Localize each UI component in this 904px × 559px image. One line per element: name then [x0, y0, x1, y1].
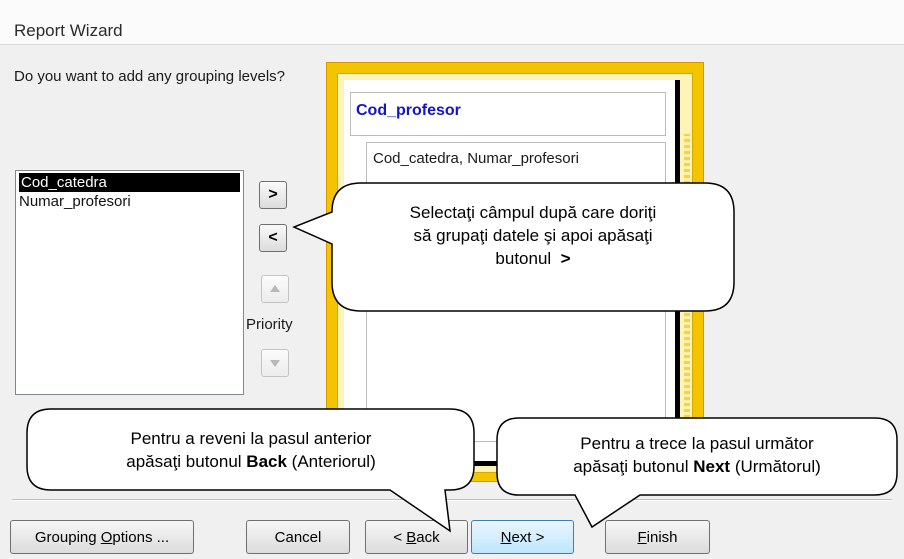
add-grouping-button[interactable]: > — [259, 181, 287, 209]
report-preview-page: Cod_profesor Cod_catedra, Numar_profesor… — [344, 80, 680, 466]
remove-grouping-button[interactable]: < — [259, 224, 287, 252]
arrow-down-icon — [270, 360, 280, 367]
back-button[interactable]: < Back — [365, 520, 468, 554]
cancel-button[interactable]: Cancel — [246, 520, 350, 554]
finish-label: Finish — [637, 528, 678, 546]
window-title: Report Wizard — [14, 21, 123, 40]
detail-box: Cod_catedra, Numar_profesori — [366, 142, 666, 442]
report-preview: Cod_profesor Cod_catedra, Numar_profesor… — [326, 62, 704, 482]
next-button[interactable]: Next > — [471, 520, 574, 554]
priority-up-button[interactable] — [261, 275, 289, 303]
arrow-up-icon — [270, 285, 280, 292]
report-wizard-window: Report Wizard Do you want to add any gro… — [0, 0, 904, 559]
select-field-callout-text: Selectaţi câmpul după care doriţi să gru… — [409, 203, 657, 268]
report-preview-frame: Cod_profesor Cod_catedra, Numar_profesor… — [337, 73, 693, 473]
detail-fields: Cod_catedra, Numar_profesori — [373, 150, 579, 167]
grouping-options-label: Grouping Options ... — [34, 528, 170, 546]
field-item-numar-profesori[interactable]: Numar_profesori — [16, 192, 243, 211]
remove-grouping-label: < — [268, 229, 278, 246]
available-fields-list[interactable]: Cod_catedra Numar_profesori — [15, 170, 244, 395]
finish-button[interactable]: Finish — [605, 520, 710, 554]
grouping-question: Do you want to add any grouping levels? — [14, 68, 286, 85]
next-label: Next > — [500, 528, 545, 546]
add-grouping-label: > — [268, 186, 278, 203]
field-item-cod-catedra[interactable]: Cod_catedra — [19, 173, 240, 192]
separator — [12, 499, 892, 501]
preview-hatch — [684, 134, 690, 454]
title-bar: Report Wizard — [0, 0, 904, 45]
back-label: < Back — [393, 528, 440, 546]
group-header-field: Cod_profesor — [356, 102, 461, 119]
back-callout-text: Pentru a reveni la pasul anterior apăsaţ… — [126, 429, 376, 471]
group-header-box: Cod_profesor — [350, 92, 666, 136]
grouping-options-button[interactable]: Grouping Options ... — [10, 520, 194, 554]
priority-down-button[interactable] — [261, 349, 289, 377]
priority-label: Priority — [246, 316, 293, 333]
next-callout-text: Pentru a trece la pasul următor apăsaţi … — [573, 434, 821, 476]
cancel-label: Cancel — [274, 528, 322, 546]
